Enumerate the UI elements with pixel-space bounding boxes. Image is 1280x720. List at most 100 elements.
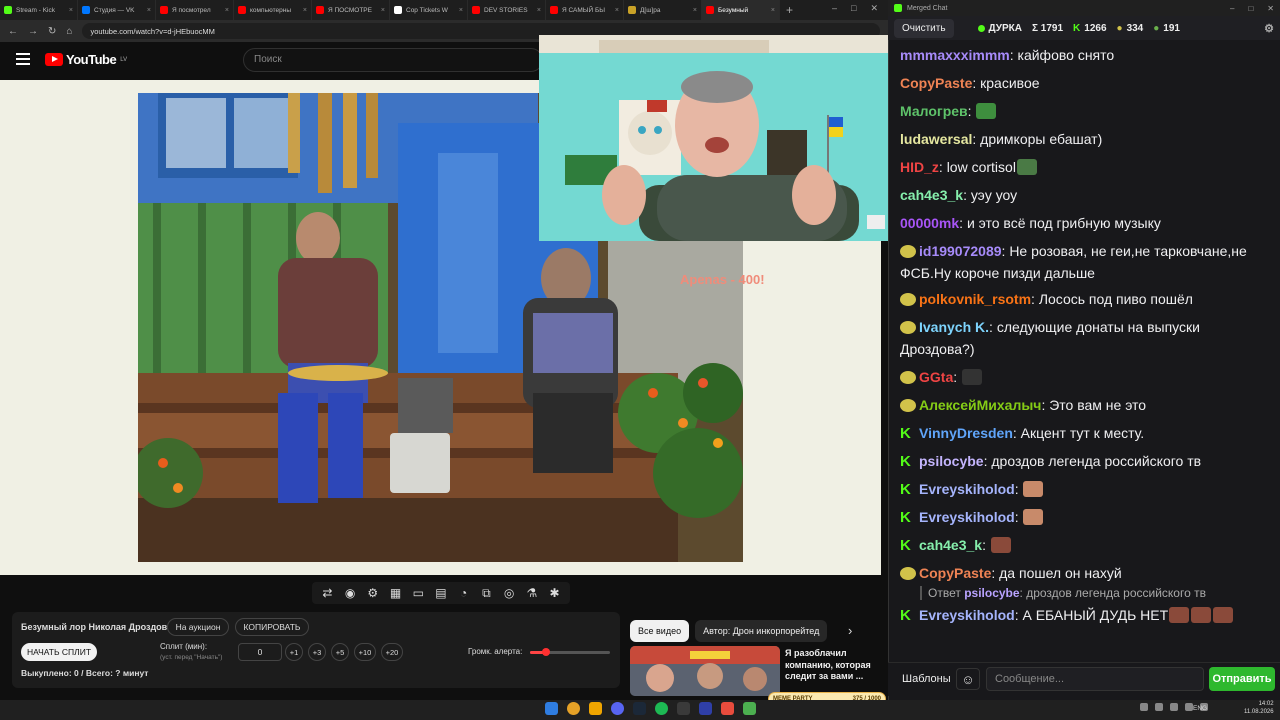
copy-button[interactable]: КОПИРОВАТЬ <box>235 618 309 636</box>
forward-icon[interactable]: → <box>28 26 38 37</box>
add-10-button[interactable]: +10 <box>354 643 376 661</box>
alert-volume-thumb[interactable] <box>542 648 550 656</box>
tab-close-icon[interactable]: × <box>147 7 151 14</box>
youtube-logo[interactable]: YouTube LV <box>45 52 127 67</box>
spotify-icon[interactable] <box>655 702 668 715</box>
folder-icon[interactable] <box>589 702 602 715</box>
camera-icon[interactable]: ◎ <box>502 586 516 600</box>
steam-icon[interactable] <box>633 702 646 715</box>
flask-icon[interactable]: ⚗ <box>525 586 539 600</box>
split-minutes-input[interactable]: 0 <box>238 643 282 661</box>
tab-close-icon[interactable]: × <box>615 7 619 14</box>
chevron-right-icon[interactable]: › <box>848 623 852 638</box>
chat-username[interactable]: ludawersal <box>900 131 972 147</box>
reload-icon[interactable]: ↻ <box>48 26 56 37</box>
templates-button[interactable]: Шаблоны <box>896 668 957 690</box>
browser-tab[interactable]: Я посмотрел × <box>156 0 234 20</box>
chat-app-taskbar-icon[interactable] <box>743 702 756 715</box>
gear-icon[interactable]: ✱ <box>548 586 562 600</box>
chat-username[interactable]: cah4e3_k <box>919 537 982 553</box>
tray-icon[interactable] <box>1155 703 1163 711</box>
youtube-app-icon[interactable] <box>721 702 734 715</box>
browser-tab[interactable]: компьютерны × <box>234 0 312 20</box>
auction-button[interactable]: На аукцион <box>167 618 229 636</box>
start-split-button[interactable]: НАЧАТЬ СПЛИТ <box>21 643 97 661</box>
new-tab-button[interactable]: + <box>780 3 799 17</box>
tab-close-icon[interactable]: × <box>459 7 463 14</box>
chat-maximize-icon[interactable]: □ <box>1248 4 1253 13</box>
tray-icon[interactable] <box>1140 703 1148 711</box>
add-1-button[interactable]: +1 <box>285 643 303 661</box>
chat-username[interactable]: АлексейМихалыч <box>919 397 1041 413</box>
tray-icon[interactable] <box>1185 703 1193 711</box>
chip-all-videos[interactable]: Все видео <box>630 620 690 642</box>
maximize-icon[interactable]: □ <box>851 3 856 14</box>
chrome-icon[interactable] <box>567 702 580 715</box>
chat-username[interactable]: id199072089 <box>919 243 1002 259</box>
screen-icon[interactable]: ▭ <box>411 586 425 600</box>
tab-close-icon[interactable]: × <box>771 7 775 14</box>
tab-close-icon[interactable]: × <box>303 7 307 14</box>
hamburger-menu-icon[interactable] <box>16 53 30 65</box>
chat-username[interactable]: CopyPaste <box>919 565 991 581</box>
obs-icon[interactable] <box>677 702 690 715</box>
settings-clock-icon[interactable]: ⚙ <box>366 586 380 600</box>
chat-username[interactable]: HID_z <box>900 159 939 175</box>
shuffle-icon[interactable]: ⇄ <box>320 586 334 600</box>
picture-in-picture-icon[interactable]: ⧉ <box>479 586 493 600</box>
chat-username[interactable]: Ivanych K. <box>919 319 989 335</box>
chat-username[interactable]: Evreyskiholod <box>919 607 1015 623</box>
browser-tab[interactable]: Cop Tickets W × <box>390 0 468 20</box>
chat-settings-icon[interactable]: ⚙ <box>1264 22 1274 35</box>
film-icon[interactable]: ▤ <box>434 586 448 600</box>
minimize-icon[interactable]: – <box>832 3 837 14</box>
chat-username[interactable]: psilocybe <box>919 453 984 469</box>
browser-tab[interactable]: Студия — VK × <box>78 0 156 20</box>
send-button[interactable]: Отправить <box>1209 667 1275 691</box>
clear-button[interactable]: Очистить <box>894 18 954 38</box>
chat-username[interactable]: VinnyDresden <box>919 425 1013 441</box>
windows-start-icon[interactable] <box>545 702 558 715</box>
browser-tab[interactable]: Я ПОСМОТРЕ × <box>312 0 390 20</box>
chip-author[interactable]: Автор: Дрон инкорпорейтед <box>695 620 828 642</box>
add-20-button[interactable]: +20 <box>381 643 403 661</box>
discord-icon[interactable] <box>611 702 624 715</box>
emoji-icon[interactable]: ☺ <box>956 668 980 690</box>
add-5-button[interactable]: +5 <box>331 643 349 661</box>
tab-close-icon[interactable]: × <box>69 7 73 14</box>
chat-username[interactable]: Evreyskiholod <box>919 481 1015 497</box>
input-language[interactable]: ENG <box>1193 705 1207 712</box>
tab-close-icon[interactable]: × <box>381 7 385 14</box>
chat-username[interactable]: mmmaxxximmm <box>900 47 1010 63</box>
chat-username[interactable]: GGta <box>919 369 953 385</box>
browser-tab[interactable]: Stream - Kick × <box>0 0 78 20</box>
add-3-button[interactable]: +3 <box>308 643 326 661</box>
app-icon[interactable] <box>699 702 712 715</box>
chat-username[interactable]: 00000mk <box>900 215 959 231</box>
browser-tab[interactable]: DEV STORIES × <box>468 0 546 20</box>
home-icon[interactable]: ⌂ <box>66 26 72 37</box>
chat-close-icon[interactable]: ✕ <box>1267 4 1274 13</box>
chat-username[interactable]: cah4e3_k <box>900 187 963 203</box>
recommendation-thumbnail[interactable] <box>630 646 780 696</box>
clapper-icon[interactable]: ▦ <box>389 586 403 600</box>
tab-close-icon[interactable]: × <box>225 7 229 14</box>
chat-minimize-icon[interactable]: – <box>1230 4 1234 13</box>
chat-username[interactable]: Evreyskiholod <box>919 509 1015 525</box>
speedometer-icon[interactable]: ◔ <box>457 586 471 600</box>
browser-tab[interactable]: Я САМЫЙ БЫ × <box>546 0 624 20</box>
tab-close-icon[interactable]: × <box>537 7 541 14</box>
reply-user[interactable]: psilocybe <box>964 586 1019 600</box>
browser-tab[interactable]: Д[ш]ра × <box>624 0 702 20</box>
close-icon[interactable]: ✕ <box>870 3 878 14</box>
browser-tab[interactable]: Безумный × <box>702 0 780 20</box>
broadcast-icon[interactable]: ◉ <box>343 586 357 600</box>
message-input[interactable]: Сообщение... <box>986 667 1204 691</box>
chat-username[interactable]: Малогрев <box>900 103 968 119</box>
recommendation-title[interactable]: Я разоблачил компанию, которая следит за… <box>785 648 880 683</box>
search-input[interactable]: Поиск <box>243 48 543 72</box>
back-icon[interactable]: ← <box>8 26 18 37</box>
tray-icon[interactable] <box>1170 703 1178 711</box>
tab-close-icon[interactable]: × <box>693 7 697 14</box>
chat-username[interactable]: polkovnik_rsotm <box>919 291 1031 307</box>
